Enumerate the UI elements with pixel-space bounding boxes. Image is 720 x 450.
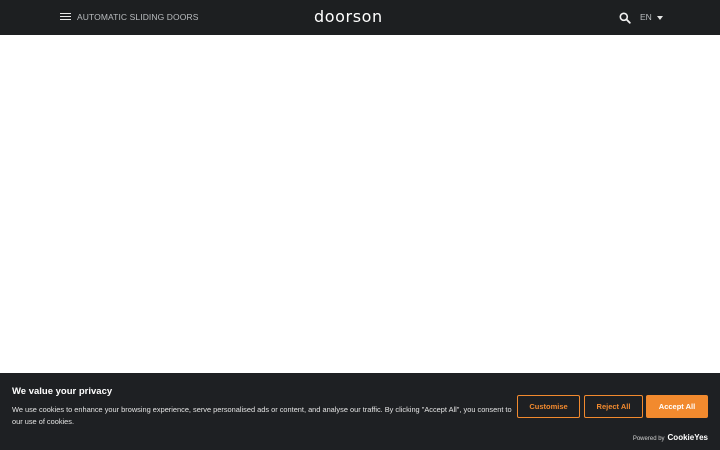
cookie-description: We use cookies to enhance your browsing … xyxy=(12,405,512,426)
cookie-consent-banner: We value your privacy We use cookies to … xyxy=(0,373,720,450)
category-link[interactable]: AUTOMATIC SLIDING DOORS xyxy=(77,12,198,22)
reject-all-button[interactable]: Reject All xyxy=(584,395,643,418)
logo[interactable]: doorson xyxy=(314,9,383,25)
main-content xyxy=(0,35,720,373)
language-selector[interactable]: EN xyxy=(640,11,663,23)
cookieyes-logo: CookieYes xyxy=(667,433,708,442)
language-label: EN xyxy=(640,12,652,22)
customise-button[interactable]: Customise xyxy=(517,395,580,418)
search-icon[interactable] xyxy=(619,11,631,24)
accept-all-button[interactable]: Accept All xyxy=(646,395,708,418)
top-navigation-bar: AUTOMATIC SLIDING DOORS doorson EN xyxy=(0,0,720,35)
chevron-down-icon xyxy=(656,15,663,20)
powered-by[interactable]: Powered by CookieYes xyxy=(633,433,708,442)
cookie-title: We value your privacy xyxy=(12,386,113,397)
menu-icon[interactable] xyxy=(59,11,73,23)
powered-by-label: Powered by xyxy=(632,436,665,442)
